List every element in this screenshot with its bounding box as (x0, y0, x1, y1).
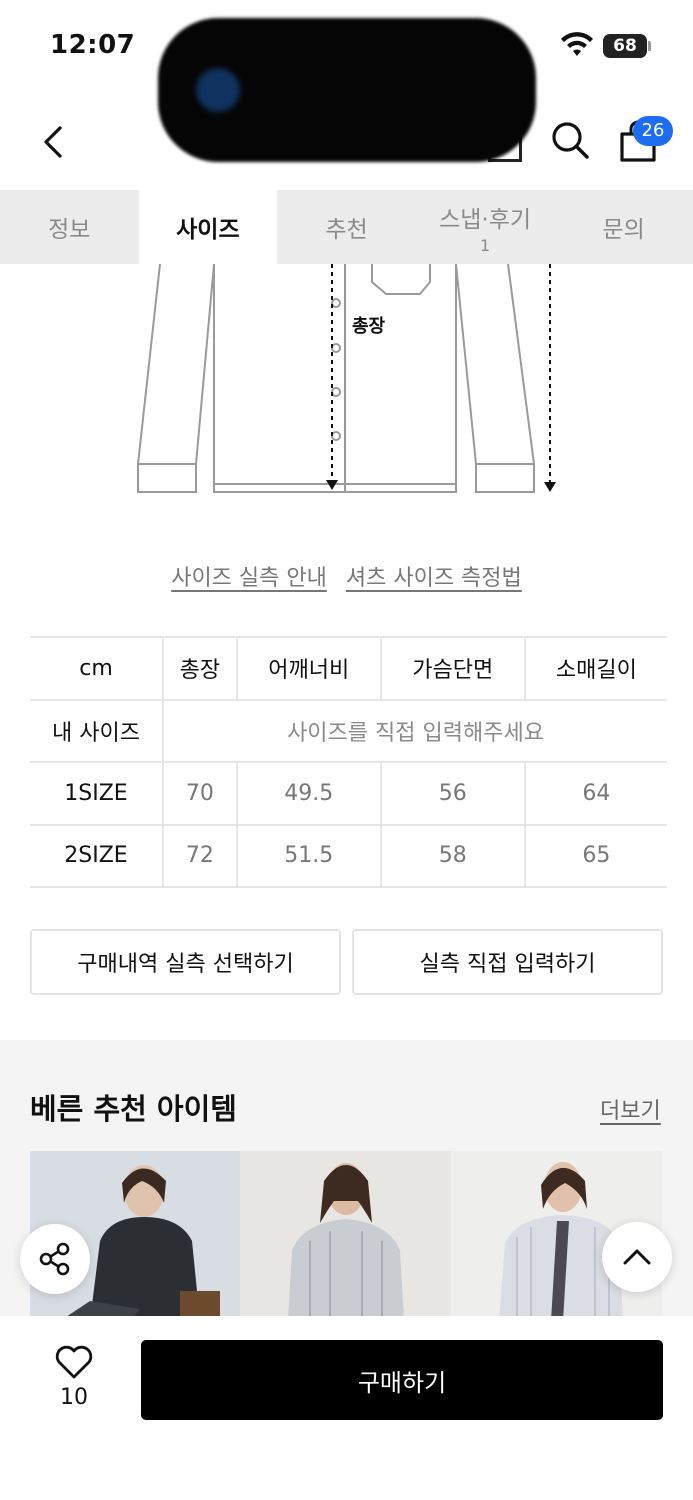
shirt-size-diagram (137, 264, 556, 493)
notification-blurred-text (262, 76, 442, 140)
my-size-label: 내 사이즈 (30, 699, 163, 763)
size-value: 65 (523, 824, 667, 888)
size-name: 2SIZE (30, 824, 163, 888)
size-value: 49.5 (235, 762, 381, 826)
select-purchase-history-button[interactable]: 구매내역 실측 선택하기 (30, 929, 341, 995)
size-value: 56 (379, 762, 525, 826)
like-count: 10 (60, 1385, 88, 1410)
cart-count-badge: 26 (633, 116, 673, 146)
column-header: 어깨너비 (235, 636, 381, 701)
column-header: 소매길이 (523, 636, 667, 701)
buy-button[interactable]: 구매하기 (141, 1340, 663, 1420)
product-thumbnail-2[interactable] (240, 1151, 451, 1321)
tab-label: 추천 (325, 217, 368, 243)
enter-measurement-button[interactable]: 실측 직접 입력하기 (352, 929, 663, 995)
share-button[interactable] (20, 1224, 90, 1294)
size-table: cm 총장 어깨너비 가슴단면 소매길이 내 사이즈 사이즈를 직접 입력해주세… (30, 636, 667, 888)
notification-app-icon (196, 68, 240, 112)
tab-info[interactable]: 정보 (0, 190, 139, 264)
more-link[interactable]: 더보기 (600, 1093, 661, 1125)
size-name: 1SIZE (30, 762, 163, 826)
heart-icon[interactable] (54, 1344, 94, 1380)
tab-recommend[interactable]: 추천 (277, 190, 416, 264)
size-value: 51.5 (235, 824, 381, 888)
tab-size[interactable]: 사이즈 (138, 190, 278, 264)
back-button[interactable] (36, 120, 76, 164)
tab-label: 스냅·후기 (439, 206, 532, 233)
table-row: 1SIZE 70 49.5 56 64 (30, 762, 667, 826)
tab-inquiry[interactable]: 문의 (554, 190, 693, 264)
my-size-row: 내 사이즈 사이즈를 직접 입력해주세요 (30, 699, 667, 763)
column-header: 가슴단면 (379, 636, 525, 701)
share-icon (39, 1242, 70, 1276)
size-value: 64 (523, 762, 667, 826)
tab-review-count: 1 (479, 235, 491, 255)
my-size-input[interactable]: 사이즈를 직접 입력해주세요 (162, 699, 667, 763)
wifi-icon (561, 32, 593, 56)
column-header: 총장 (162, 636, 237, 701)
table-header-row: cm 총장 어깨너비 가슴단면 소매길이 (30, 636, 667, 701)
battery-indicator: 68 (603, 34, 647, 58)
unit-cell: cm (30, 636, 163, 701)
diagram-length-label: 총장 (352, 316, 386, 337)
table-row: 2SIZE 72 51.5 58 65 (30, 824, 667, 888)
size-value: 72 (162, 824, 237, 888)
tab-label: 사이즈 (176, 217, 240, 243)
tab-label: 문의 (602, 217, 645, 243)
product-tabs: 정보 사이즈 추천 스냅·후기 1 문의 (0, 190, 693, 264)
chevron-up-icon (623, 1249, 651, 1265)
size-measure-guide-link[interactable]: 사이즈 실측 안내 (171, 566, 327, 591)
status-time: 12:07 (50, 30, 136, 60)
tab-snap-review[interactable]: 스냅·후기 1 (416, 190, 555, 264)
shirt-measure-method-link[interactable]: 셔츠 사이즈 측정법 (346, 566, 522, 591)
recommended-title: 베른 추천 아이템 (30, 1092, 237, 1126)
size-value: 58 (379, 824, 525, 888)
scroll-to-top-button[interactable] (602, 1222, 672, 1292)
tab-label: 정보 (48, 217, 91, 243)
size-value: 70 (162, 762, 237, 826)
search-icon[interactable] (548, 118, 592, 162)
size-guide-links: 사이즈 실측 안내 셔츠 사이즈 측정법 (0, 560, 693, 592)
battery-nub (648, 41, 651, 51)
